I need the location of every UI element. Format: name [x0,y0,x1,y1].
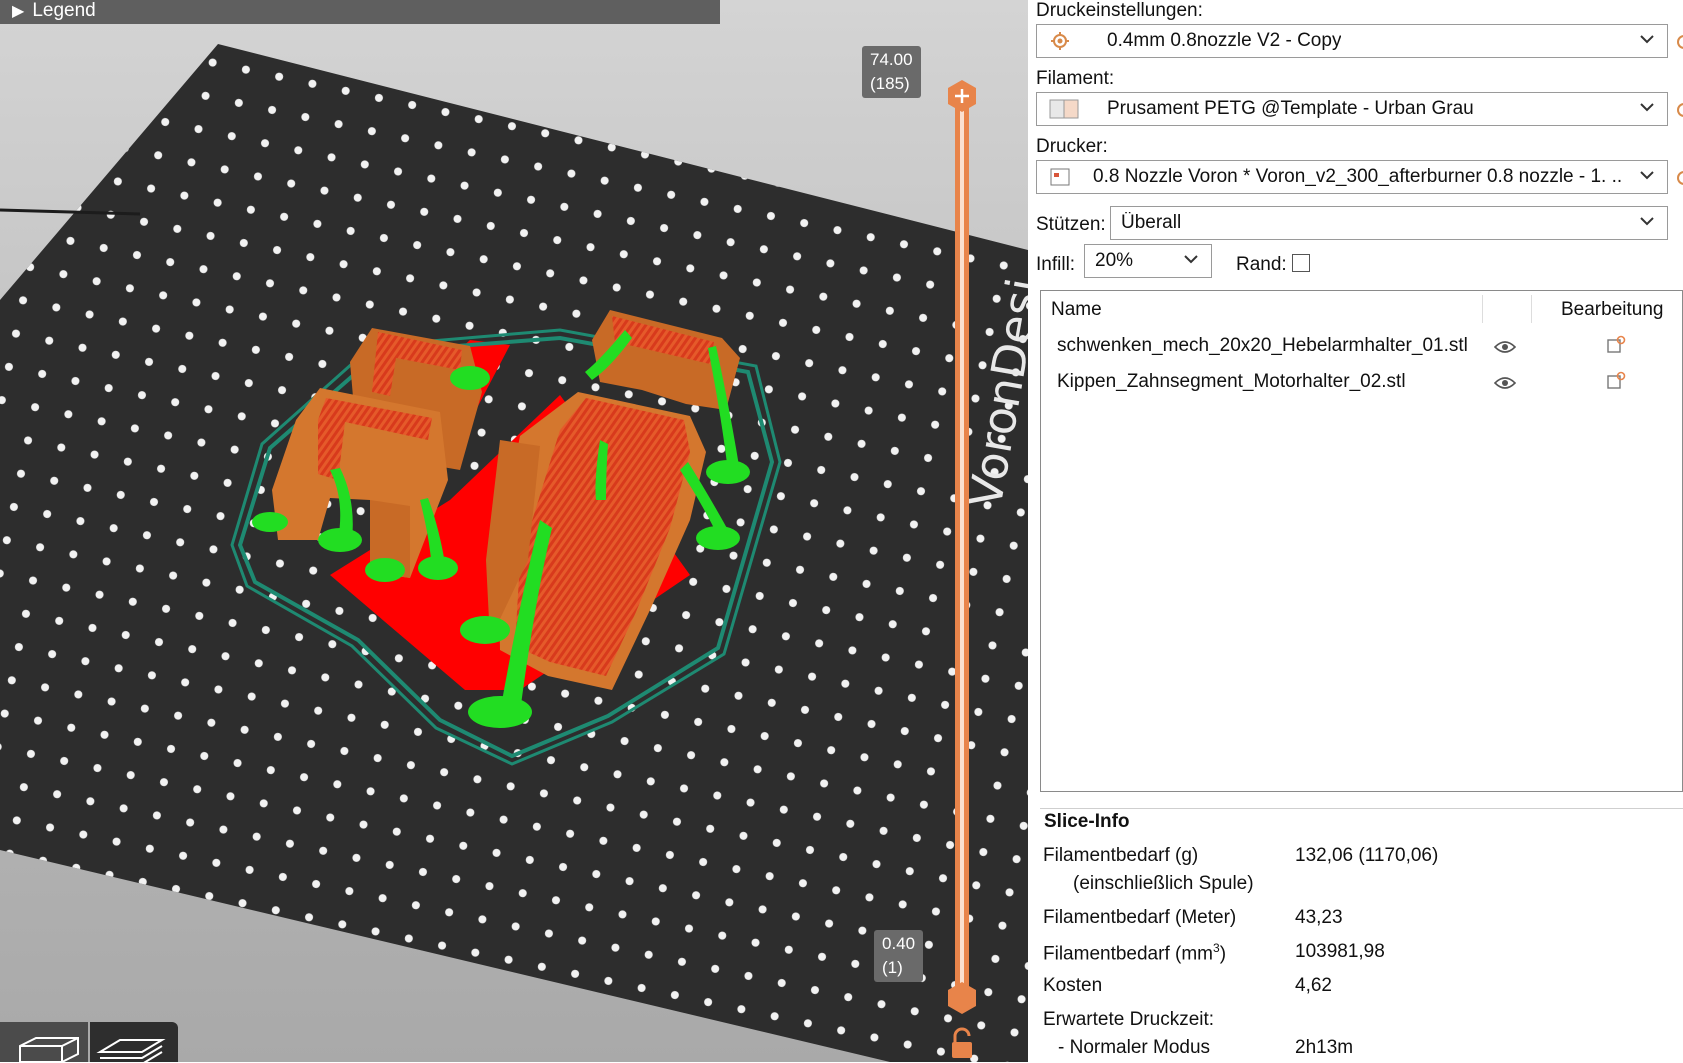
column-divider [1482,295,1483,323]
slider-top-layer: (185) [870,74,910,93]
slider-top-handle[interactable] [948,80,976,112]
print-settings-combo[interactable]: 0.4mm 0.8nozzle V2 - Copy [1036,24,1668,58]
eye-icon[interactable] [1494,339,1516,355]
supports-label: Stützen: [1036,214,1106,235]
view-3d-button[interactable] [0,1022,88,1062]
print-time-label: Erwartete Druckzeit: [1043,1009,1215,1030]
filament-combo[interactable]: Prusament PETG @Template - Urban Grau [1036,92,1668,126]
filament-value: Prusament PETG @Template - Urban Grau [1107,98,1474,119]
infill-combo[interactable]: 20% [1084,244,1212,278]
slice-info-box: Slice-Info Filamentbedarf (g) 132,06 (11… [1040,808,1683,1063]
filament-g-label: Filamentbedarf (g) [1043,845,1199,866]
legend-label: Legend [32,0,96,21]
object-name: schwenken_mech_20x20_Hebelarmhalter_01.s… [1057,335,1468,356]
supports-combo[interactable]: Überall [1110,206,1668,240]
printer-label: Drucker: [1036,136,1108,157]
filament-color-icon [1049,99,1079,119]
brim-label: Rand: [1236,254,1287,275]
infill-label: Infill: [1036,254,1076,275]
chevron-down-icon [1640,35,1654,44]
slider-bottom-handle[interactable] [948,982,976,1014]
infill-value: 20% [1095,250,1134,271]
chevron-down-icon [1640,103,1654,112]
object-name: Kippen_Zahnsegment_Motorhalter_02.stl [1057,371,1406,392]
view-layers-button[interactable] [90,1022,178,1062]
object-list[interactable]: Name Bearbeitung schwenken_mech_20x20_He… [1040,290,1683,792]
filament-label: Filament: [1036,68,1115,89]
edit-icon[interactable] [1606,335,1626,355]
gear-icon[interactable] [1674,32,1683,52]
print-settings-label: Druckeinstellungen: [1036,0,1203,21]
cost-label: Kosten [1043,975,1103,996]
edit-icon[interactable] [1606,371,1626,391]
filament-g-sublabel: (einschließlich Spule) [1073,873,1254,894]
filament-mm3-label: Filamentbedarf (mm3) [1043,941,1227,965]
filament-g-value: 132,06 (1170,06) [1295,845,1439,866]
chevron-down-icon [1640,217,1654,226]
eye-icon[interactable] [1494,375,1516,391]
brim-checkbox[interactable] [1292,254,1310,272]
printer-icon [1050,168,1070,186]
gear-icon[interactable] [1674,100,1683,120]
chevron-down-icon [1640,171,1654,180]
print-bed-scene[interactable]: VoronDesi [0,0,1028,1062]
filament-m-label: Filamentbedarf (Meter) [1043,907,1237,928]
printer-value: 0.8 Nozzle Voron * Voron_v2_300_afterbur… [1093,166,1623,187]
gear-icon [1051,32,1069,50]
cube-icon [19,1037,79,1062]
slider-bottom-value: 0.40 [882,934,916,953]
column-header-name[interactable]: Name [1051,299,1102,321]
slider-top-value: 74.00 [870,50,913,69]
column-header-edit[interactable]: Bearbeitung [1561,299,1663,321]
expand-triangle-icon: ▶ [12,3,25,20]
list-item[interactable]: Kippen_Zahnsegment_Motorhalter_02.stl [1041,367,1682,399]
gear-icon[interactable] [1674,168,1683,188]
printer-combo[interactable]: 0.8 Nozzle Voron * Voron_v2_300_afterbur… [1036,160,1668,194]
normal-mode-value: 2h13m [1295,1037,1354,1058]
column-divider [1531,295,1532,323]
chevron-down-icon [1184,255,1198,264]
filament-m-value: 43,23 [1295,907,1343,928]
normal-mode-label: - Normaler Modus [1058,1037,1211,1058]
slider-bottom-label: 0.40 (1) [874,930,924,982]
layers-icon [96,1039,166,1062]
supports-value: Überall [1121,212,1182,233]
list-item[interactable]: schwenken_mech_20x20_Hebelarmhalter_01.s… [1041,331,1682,363]
3d-viewport[interactable]: VoronDesi ▶ Legend 74.00 (185) 0.40 (1) [0,0,1028,1062]
slider-lock-icon[interactable] [952,1027,972,1058]
print-settings-value: 0.4mm 0.8nozzle V2 - Copy [1107,30,1342,51]
slider-bottom-layer: (1) [882,958,903,977]
layer-slider[interactable] [940,80,990,1062]
cost-value: 4,62 [1295,975,1332,996]
slice-info-title: Slice-Info [1044,811,1130,832]
filament-mm3-value: 103981,98 [1295,941,1385,962]
slider-top-label: 74.00 (185) [862,46,921,98]
settings-panel: Druckeinstellungen: 0.4mm 0.8nozzle V2 -… [1028,0,1683,1062]
legend-toggle[interactable]: ▶ Legend [0,0,720,24]
